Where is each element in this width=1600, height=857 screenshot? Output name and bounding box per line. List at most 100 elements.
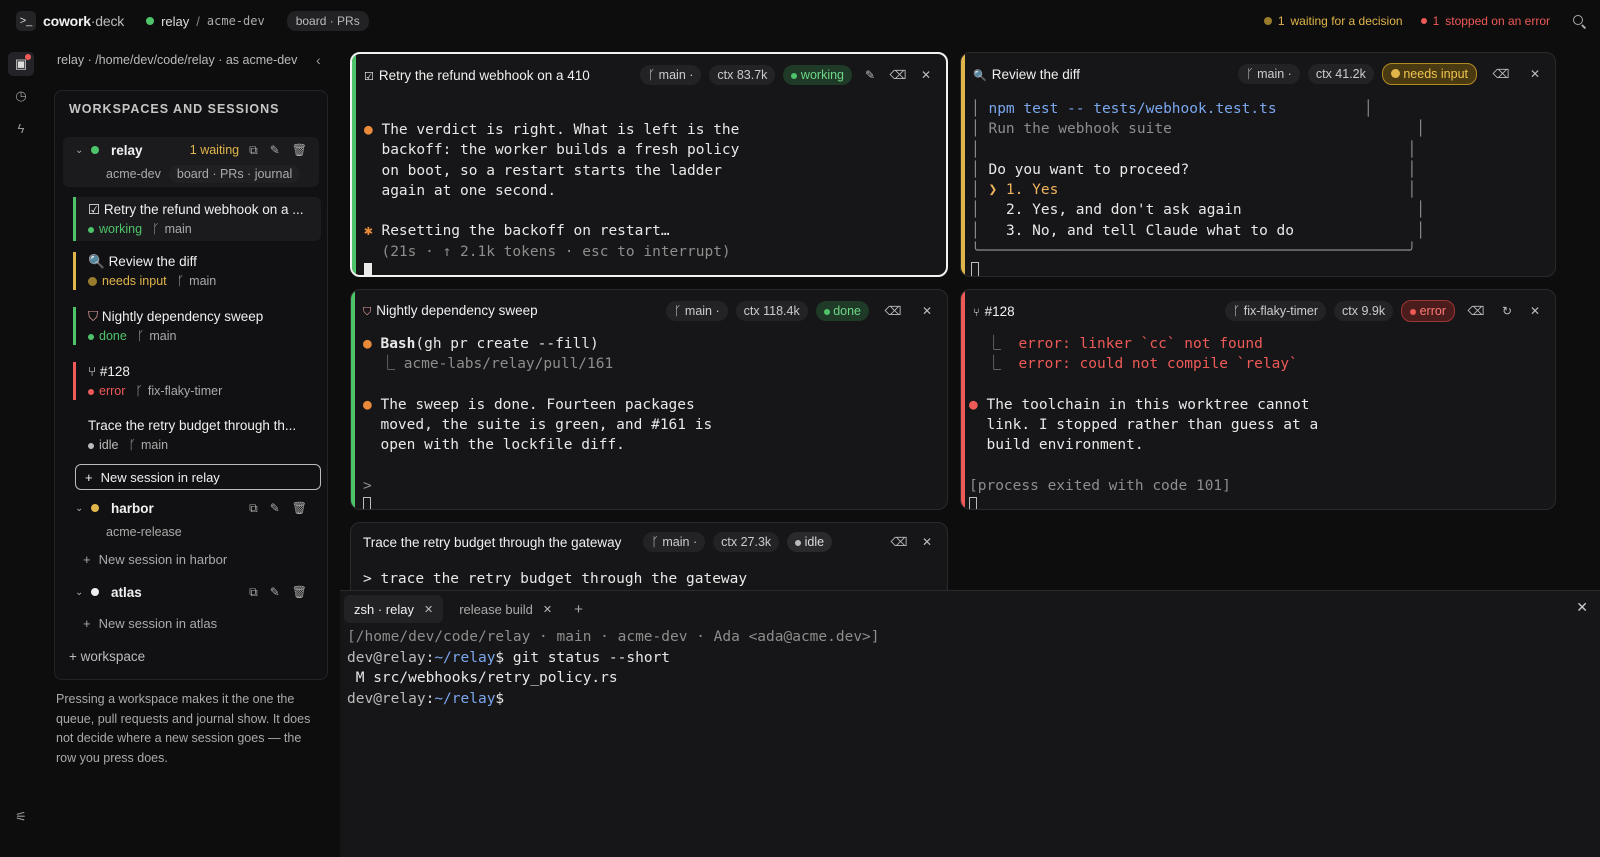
edit-pencil-icon[interactable]: ✎ <box>860 68 880 82</box>
status-badge: done <box>815 301 869 321</box>
session-row[interactable]: ⑂ #128 error ᚴ fix-flaky-timer <box>73 362 321 400</box>
branch-chip[interactable]: ᚴ main · <box>665 301 728 321</box>
session-board: ☑ Retry the refund webhook on a 410 ᚴ mai… <box>340 42 1600 602</box>
waiting-indicator[interactable]: 1 waiting for a decision <box>1263 14 1403 28</box>
search-icon[interactable] <box>1572 14 1586 28</box>
close-icon[interactable]: ✕ <box>1525 304 1545 318</box>
add-workspace-button[interactable]: + workspace <box>69 649 145 664</box>
workspace-status-dot <box>146 17 155 25</box>
open-external-icon[interactable]: ⧉ <box>249 585 258 600</box>
close-icon[interactable]: ✕ <box>424 603 433 616</box>
history-clock-icon[interactable]: ◷ <box>12 87 30 105</box>
eraser-icon[interactable]: ⌫ <box>889 535 909 549</box>
breadcrumb-account[interactable]: acme-dev <box>207 14 265 28</box>
workspace-account: acme-release <box>106 525 182 539</box>
branch-icon: ᚴ <box>128 438 136 452</box>
workspace-status-dot <box>91 146 99 154</box>
collapse-chevron-icon[interactable]: ‹ <box>316 52 321 68</box>
pane-output: ● The verdict is right. What is left is … <box>364 120 932 275</box>
branch-icon: ᚴ <box>651 535 663 549</box>
lightning-icon[interactable]: ϟ <box>12 119 30 137</box>
new-session-harbor-button[interactable]: + New session in harbor <box>83 552 227 567</box>
trash-icon[interactable]: 🗑 <box>292 585 307 600</box>
session-pane[interactable]: ⑂ #128 ᚴ fix-flaky-timer ctx 9.9k error ⌫… <box>960 289 1556 510</box>
workspace-atlas[interactable]: ⌄ atlas ⧉ ✎ 🗑 <box>63 579 319 607</box>
eraser-icon[interactable]: ⌫ <box>1463 304 1489 318</box>
chevron-down-icon[interactable]: ⌄ <box>75 145 91 156</box>
cursor <box>971 262 979 276</box>
session-pane[interactable]: ⛉ Nightly dependency sweep ᚴ main · ctx 1… <box>350 289 948 510</box>
session-branch: fix-flaky-timer <box>147 384 223 398</box>
context-chip: ctx 118.4k <box>735 301 808 321</box>
plus-icon: + <box>83 552 91 567</box>
branch-chip[interactable]: ᚴ main · <box>1238 64 1300 84</box>
new-session-atlas-button[interactable]: + New session in atlas <box>83 616 217 631</box>
branch-icon: ᚴ <box>1232 304 1244 318</box>
icon-rail: ▣ ◷ ϟ ⚟ <box>0 42 42 857</box>
session-status: working <box>99 222 143 236</box>
sidebar: relay · /home/dev/code/relay · as acme-d… <box>42 42 340 857</box>
trash-icon[interactable]: 🗑 <box>292 501 307 516</box>
open-external-icon[interactable]: ⧉ <box>249 501 258 516</box>
edit-pencil-icon[interactable]: ✎ <box>270 501 280 516</box>
workspace-harbor[interactable]: ⌄ harbor ⧉ ✎ 🗑 acme-release <box>63 495 319 545</box>
close-icon[interactable]: ✕ <box>1525 67 1545 81</box>
settings-sliders-icon[interactable]: ⚟ <box>12 808 30 826</box>
workspace-status-dot <box>91 504 99 512</box>
workspace-name: relay <box>111 142 143 158</box>
session-row[interactable]: ☑ Retry the refund webhook on a ... work… <box>73 197 321 241</box>
pane-output: > trace the retry budget through the gat… <box>363 571 748 587</box>
view-pill[interactable]: board · PRs <box>286 11 369 31</box>
workspace-status-dot <box>91 588 99 596</box>
session-status: idle <box>99 438 119 452</box>
branch-chip[interactable]: ᚴ fix-flaky-timer <box>1224 301 1327 321</box>
magnifier-icon: 🔍 <box>88 254 109 269</box>
restart-icon[interactable]: ↻ <box>1497 304 1517 318</box>
close-icon[interactable]: ✕ <box>916 68 936 82</box>
session-row[interactable]: 🔍 Review the diff needs input ᚴ main <box>73 252 321 290</box>
workspace-relay[interactable]: ⌄ relay 1 waiting ⧉ ✎ 🗑 acme-dev board ·… <box>63 137 319 187</box>
new-session-relay-button[interactable]: + New session in relay <box>75 464 321 490</box>
plus-icon: + <box>83 616 91 631</box>
eraser-icon[interactable]: ⌫ <box>888 68 908 82</box>
open-external-icon[interactable]: ⧉ <box>249 143 258 158</box>
terminal-panel: zsh · relay ✕ release build ✕ + ✕ [/home… <box>340 590 1600 857</box>
breadcrumb-workspace[interactable]: relay <box>161 14 189 29</box>
sessions-icon[interactable]: ▣ <box>8 52 34 76</box>
branch-icon: ᚴ <box>647 68 659 82</box>
breadcrumb[interactable]: relay / acme-dev <box>146 14 265 29</box>
chevron-down-icon[interactable]: ⌄ <box>75 503 91 514</box>
close-icon[interactable]: ✕ <box>543 603 552 616</box>
trash-icon[interactable]: 🗑 <box>292 143 307 158</box>
terminal-tab[interactable]: zsh · relay ✕ <box>344 595 444 623</box>
permission-prompt[interactable]: │ npm test -- tests/webhook.test.ts │ │ … <box>971 99 1541 276</box>
branch-icon: ᚴ <box>673 304 685 318</box>
branch-chip[interactable]: ᚴ main · <box>643 532 706 552</box>
add-tab-button[interactable]: + <box>568 601 589 618</box>
session-row[interactable]: Trace the retry budget through th... idl… <box>76 416 324 454</box>
chevron-down-icon[interactable]: ⌄ <box>75 587 91 598</box>
branch-icon: ᚴ <box>135 384 143 398</box>
branch-icon: ᚴ <box>136 329 145 343</box>
session-row[interactable]: ⛉ Nightly dependency sweep done ᚴ main <box>73 307 321 345</box>
branch-chip[interactable]: ᚴ main · <box>639 65 702 85</box>
close-icon[interactable]: ✕ <box>917 304 937 318</box>
session-pane[interactable]: ☑ Retry the refund webhook on a 410 ᚴ mai… <box>350 52 948 277</box>
sidebar-path: relay · /home/dev/code/relay · as acme-d… <box>57 53 298 67</box>
panel-title: WORKSPACES AND SESSIONS <box>69 102 280 116</box>
close-terminal-icon[interactable]: ✕ <box>1576 599 1588 616</box>
terminal-tab[interactable]: release build ✕ <box>449 595 562 623</box>
status-badge: error <box>1401 300 1455 322</box>
edit-pencil-icon[interactable]: ✎ <box>270 143 280 158</box>
close-icon[interactable]: ✕ <box>917 535 937 549</box>
eraser-icon[interactable]: ⌫ <box>1485 67 1517 81</box>
pane-title: Trace the retry budget through the gatew… <box>363 534 622 550</box>
eraser-icon[interactable]: ⌫ <box>877 304 909 318</box>
top-bar: >_ cowork·deck relay / acme-dev board · … <box>0 0 1600 42</box>
pane-output: ⎿ error: linker `cc` not found ⎿ error: … <box>969 334 1541 509</box>
session-pane[interactable]: 🔍 Review the diff ᚴ main · ctx 41.2k need… <box>960 52 1556 277</box>
workspace-account: acme-dev <box>106 167 161 181</box>
terminal-output[interactable]: [/home/dev/code/relay · main · acme-dev … <box>347 627 880 709</box>
edit-pencil-icon[interactable]: ✎ <box>270 585 280 600</box>
error-indicator[interactable]: 1 stopped on an error <box>1420 14 1550 28</box>
